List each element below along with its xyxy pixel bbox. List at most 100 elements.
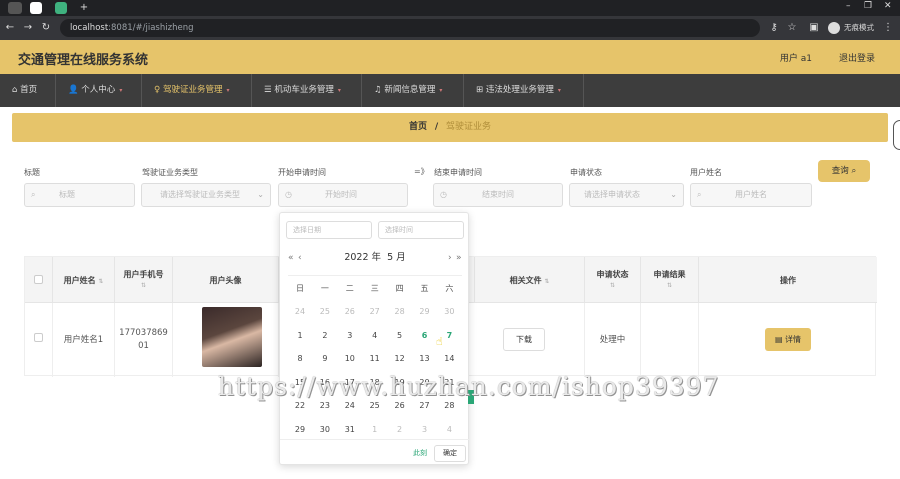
status-filter-select[interactable]: 请选择申请状态 ⌄: [569, 183, 684, 207]
calendar-day[interactable]: 11: [363, 354, 387, 363]
user-icon: 👤: [68, 85, 82, 95]
chevron-down-icon: ⌄: [670, 190, 677, 199]
breadcrumb-sep: /: [434, 122, 439, 132]
calendar-day[interactable]: 5: [388, 331, 412, 340]
type-filter-select[interactable]: 请选择驾驶证业务类型 ⌄: [141, 183, 271, 207]
calendar-day[interactable]: 23: [313, 401, 337, 410]
calendar-day[interactable]: 2: [388, 425, 412, 434]
search-icon: ⌕: [31, 190, 36, 199]
new-tab-icon[interactable]: +: [76, 0, 92, 16]
calendar-day[interactable]: 29: [413, 307, 437, 316]
forward-icon[interactable]: →: [20, 20, 36, 36]
calendar-day[interactable]: 27: [363, 307, 387, 316]
calendar-day[interactable]: 24: [338, 401, 362, 410]
detail-label: 详情: [785, 335, 802, 344]
menu-item-violation[interactable]: ⊞ 违法处理业务管理 ▾: [464, 74, 584, 107]
calendar-day[interactable]: 9: [313, 354, 337, 363]
end-time-label: 结束申请时间: [434, 168, 482, 177]
maximize-icon[interactable]: ❐: [864, 1, 872, 11]
end-time-input[interactable]: ◷ 结束时间: [433, 183, 563, 207]
back-icon[interactable]: ←: [2, 20, 18, 36]
next-year-icon[interactable]: »: [456, 249, 462, 267]
calendar-day[interactable]: 6: [413, 331, 437, 340]
profile-label[interactable]: 无痕模式: [844, 22, 874, 33]
next-month-icon[interactable]: ›: [448, 249, 452, 267]
title-filter-input[interactable]: ⌕ 标题: [24, 183, 135, 207]
vue-tab-icon[interactable]: [55, 2, 67, 14]
calendar-day[interactable]: 28: [388, 307, 412, 316]
calendar-day[interactable]: 2: [313, 331, 337, 340]
calendar-day[interactable]: 1: [288, 331, 312, 340]
weekday-label: 六: [445, 284, 454, 293]
sidebar-icon[interactable]: ▣: [806, 20, 822, 36]
close-icon[interactable]: ✕: [884, 1, 892, 11]
calendar-day[interactable]: 30: [313, 425, 337, 434]
menu-label: 新闻信息管理: [384, 85, 436, 95]
select-all-checkbox[interactable]: [34, 275, 43, 284]
key-icon[interactable]: ⚷: [766, 20, 782, 36]
calendar-day[interactable]: 30: [437, 307, 461, 316]
calendar-day[interactable]: 4: [363, 331, 387, 340]
calendar-day[interactable]: 10: [338, 354, 362, 363]
select-all-header: [25, 257, 53, 303]
minimize-icon[interactable]: –: [846, 1, 851, 11]
picker-date-input[interactable]: 选择日期: [286, 221, 372, 239]
calendar-day[interactable]: 3: [413, 425, 437, 434]
picker-month[interactable]: 5 月: [387, 252, 406, 263]
header-result[interactable]: 申请结果 ⇅: [641, 257, 699, 303]
star-icon[interactable]: ☆: [784, 20, 800, 36]
header-files[interactable]: 相关文件 ⇅: [475, 257, 585, 303]
breadcrumb-home[interactable]: 首页: [409, 122, 427, 132]
calendar-day[interactable]: 27: [413, 401, 437, 410]
now-button[interactable]: 此刻: [413, 448, 427, 458]
menu-item-home[interactable]: ⌂ 首页: [0, 74, 56, 107]
picker-time-input[interactable]: 选择时间: [378, 221, 464, 239]
calendar-day[interactable]: 25: [313, 307, 337, 316]
calendar-day[interactable]: 1: [363, 425, 387, 434]
bell-icon: ♫: [374, 85, 385, 95]
calendar-day[interactable]: 14: [437, 354, 461, 363]
picker-year[interactable]: 2022 年: [344, 252, 381, 263]
query-button[interactable]: 查询 ⌕: [818, 160, 870, 182]
calendar-day[interactable]: 3: [338, 331, 362, 340]
weekday-label: 四: [395, 284, 404, 293]
row-checkbox[interactable]: [34, 333, 43, 342]
title-filter-label: 标题: [24, 168, 40, 177]
calendar-day[interactable]: 12: [388, 354, 412, 363]
header-username[interactable]: 用户姓名 ⇅: [53, 257, 115, 303]
calendar-day[interactable]: 8: [288, 354, 312, 363]
detail-button[interactable]: ▤ 详情: [765, 328, 811, 351]
calendar-day[interactable]: 26: [388, 401, 412, 410]
picker-header: 2022 年 5 月: [280, 249, 470, 267]
start-time-input[interactable]: ◷ 开始时间: [278, 183, 408, 207]
calendar-day[interactable]: 28: [437, 401, 461, 410]
menu-item-news[interactable]: ♫ 新闻信息管理 ▾: [362, 74, 464, 107]
menu-icon[interactable]: ⋮: [880, 20, 896, 36]
menu-item-vehicle[interactable]: ☰ 机动车业务管理 ▾: [252, 74, 362, 107]
grid-icon: ⊞: [476, 85, 486, 95]
url-bar: ← → ↻ localhost:8081/#/jiashizheng ⚷ ☆ ▣…: [0, 16, 900, 40]
menu-item-license[interactable]: ♀ 驾驶证业务管理 ▾: [142, 74, 252, 107]
header-phone[interactable]: 用户手机号 ⇅: [115, 257, 173, 303]
menu-item-personal[interactable]: 👤 个人中心 ▾: [56, 74, 142, 107]
range-arrow-icon: =》: [414, 167, 429, 176]
calendar-day[interactable]: 31: [338, 425, 362, 434]
scroll-handle[interactable]: [893, 120, 900, 150]
calendar-day[interactable]: 13: [413, 354, 437, 363]
calendar-day[interactable]: 24: [288, 307, 312, 316]
address-input[interactable]: localhost:8081/#/jiashizheng: [60, 19, 760, 37]
calendar-day[interactable]: 4: [437, 425, 461, 434]
user-filter-input[interactable]: ⌕ 用户姓名: [690, 183, 812, 207]
header-label: 申请结果: [653, 270, 686, 279]
logout-link[interactable]: 退出登录: [839, 51, 875, 64]
header-status[interactable]: 申请状态 ⇅: [585, 257, 641, 303]
calendar-day[interactable]: 26: [338, 307, 362, 316]
reload-icon[interactable]: ↻: [38, 20, 54, 36]
calendar-day[interactable]: 25: [363, 401, 387, 410]
tab-icon[interactable]: [8, 2, 22, 14]
tab-icon[interactable]: [30, 2, 42, 14]
calendar-day[interactable]: 22: [288, 401, 312, 410]
calendar-day[interactable]: 29: [288, 425, 312, 434]
confirm-button[interactable]: 确定: [434, 445, 466, 462]
download-button[interactable]: 下载: [503, 328, 545, 351]
